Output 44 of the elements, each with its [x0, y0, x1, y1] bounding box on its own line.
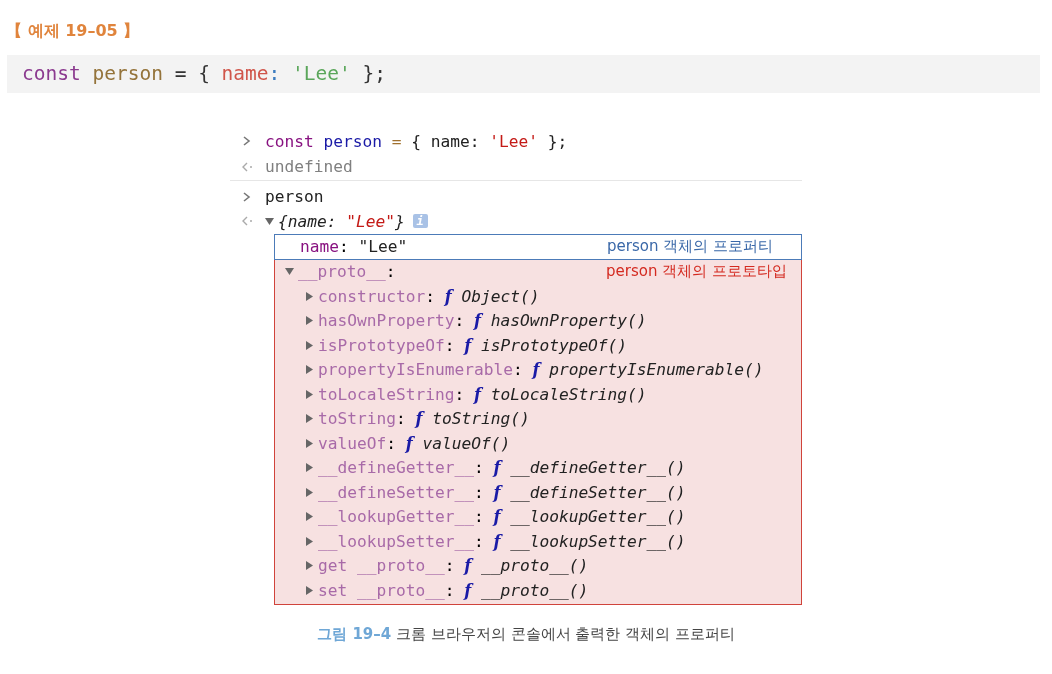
property-row: __defineGetter__: f __defineGetter__()	[318, 458, 686, 478]
collapse-triangle-icon[interactable]	[265, 216, 274, 226]
code-block: const person = { name: 'Lee' };	[7, 55, 1040, 93]
figure-caption: 그림 19–4 크롬 브라우저의 콘솔에서 출력한 객체의 프로퍼티	[317, 624, 735, 644]
property-row: propertyIsEnumerable: f propertyIsEnumerable()	[318, 360, 764, 380]
expand-triangle-icon[interactable]	[305, 291, 314, 301]
expand-triangle-icon[interactable]	[305, 340, 314, 350]
result-arrow-icon	[241, 161, 253, 172]
property-row: __defineSetter__: f __defineSetter__()	[318, 482, 686, 502]
expand-triangle-icon[interactable]	[305, 561, 314, 571]
property-row: toLocaleString: f toLocaleString()	[318, 384, 647, 404]
property-row: set __proto__: f __proto__()	[318, 580, 589, 600]
info-badge[interactable]: i	[412, 214, 428, 229]
property-row: isPrototypeOf: f isPrototypeOf()	[318, 335, 628, 355]
console-line: person	[265, 187, 324, 207]
property-row: hasOwnProperty: f hasOwnProperty()	[318, 311, 647, 331]
result-arrow-icon	[241, 216, 253, 227]
console-line: undefined	[265, 157, 353, 176]
expand-triangle-icon[interactable]	[305, 536, 314, 546]
property-row: valueOf: f valueOf()	[318, 433, 511, 453]
expand-triangle-icon[interactable]	[305, 316, 314, 326]
expand-triangle-icon[interactable]	[305, 487, 314, 497]
expand-triangle-icon[interactable]	[305, 438, 314, 448]
expand-triangle-icon[interactable]	[305, 512, 314, 522]
console-line: const person = { name: 'Lee' };	[265, 131, 568, 151]
property-row: toString: f toString()	[318, 409, 530, 429]
object-preview: {name: "Lee"}	[278, 211, 405, 231]
prototype-key: __proto__:	[298, 262, 396, 282]
expand-triangle-icon[interactable]	[305, 389, 314, 399]
expand-triangle-icon[interactable]	[305, 463, 314, 473]
example-label: 【 예제 19–05 】	[6, 21, 140, 42]
annotation: person 객체의 프로퍼티	[607, 237, 773, 256]
expand-triangle-icon[interactable]	[305, 585, 314, 595]
expand-triangle-icon[interactable]	[305, 414, 314, 424]
expand-triangle-icon[interactable]	[305, 365, 314, 375]
property-row: __lookupGetter__: f __lookupGetter__()	[318, 507, 686, 527]
prompt-chevron-icon	[241, 136, 253, 147]
property-row: constructor: f Object()	[318, 286, 540, 306]
annotation: person 객체의 프로토타입	[606, 262, 787, 282]
property-row: name: "Lee"	[300, 237, 408, 256]
prompt-chevron-icon	[241, 191, 253, 202]
collapse-triangle-icon[interactable]	[285, 267, 294, 277]
property-row: __lookupSetter__: f __lookupSetter__()	[318, 531, 686, 551]
property-row: get __proto__: f __proto__()	[318, 556, 589, 576]
